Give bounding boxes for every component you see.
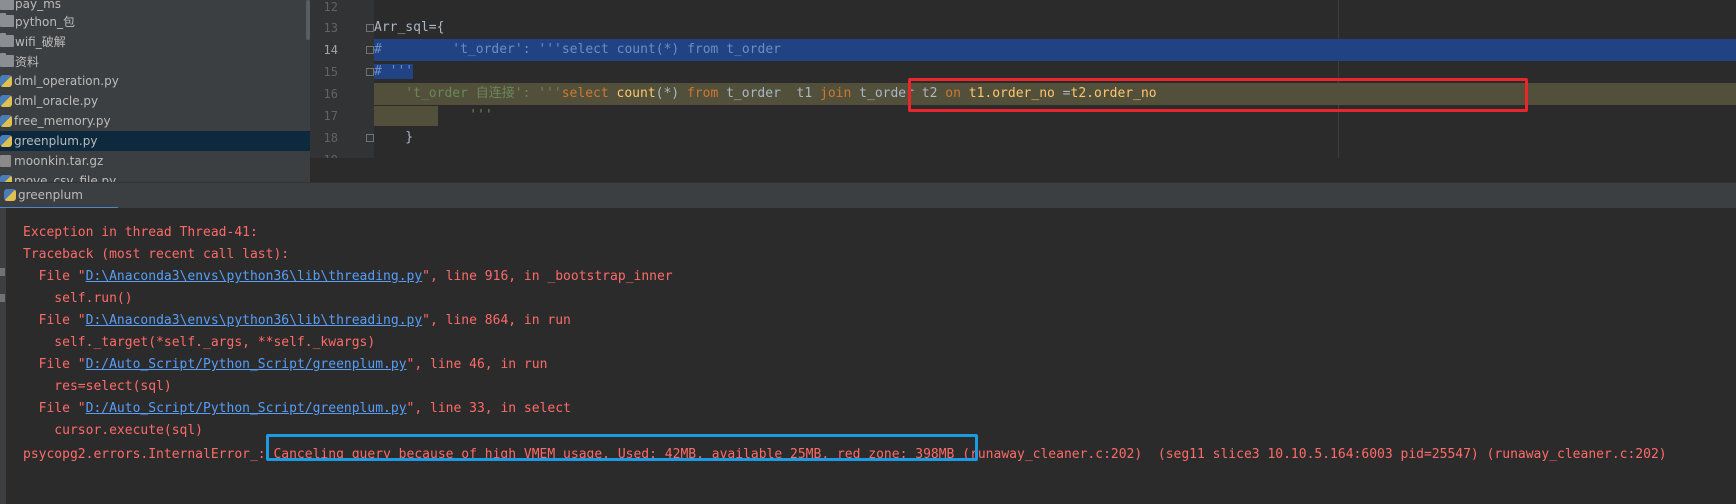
file-link[interactable]: D:\Anaconda3\envs\python36\lib\threading…	[86, 269, 423, 284]
python-file-icon	[0, 135, 12, 147]
console-line: File "D:/Auto_Script/Python_Script/green…	[23, 357, 548, 372]
python-run-icon	[4, 189, 16, 201]
console-line: self._target(*self._args, **self._kwargs…	[23, 335, 376, 350]
error-highlight-box	[266, 434, 978, 461]
console-line: File "D:\Anaconda3\envs\python36\lib\thr…	[23, 269, 673, 284]
file-link[interactable]: D:\Anaconda3\envs\python36\lib\threading…	[86, 313, 423, 328]
tree-item-label: pay_ms	[15, 0, 62, 11]
tree-item-folder[interactable]: 资料	[0, 51, 310, 71]
folder-icon	[0, 33, 14, 47]
tree-item-file[interactable]: free_memory.py	[0, 111, 310, 131]
console-line: cursor.execute(sql)	[23, 423, 204, 438]
code-editor[interactable]: 12 13 14 15 16 17 18 19 Arr_sql={ # 't_o…	[310, 0, 1736, 158]
line-number: 18	[323, 131, 338, 145]
fold-marker-icon[interactable]	[366, 68, 374, 76]
tree-item-folder[interactable]: wifi_破解	[0, 31, 310, 51]
tree-item-label: dml_oracle.py	[14, 94, 99, 108]
line-number: 16	[323, 87, 338, 101]
project-tree: pay_ms python_包 wifi_破解 资料 dml_operation…	[0, 0, 310, 182]
line-number: 13	[323, 21, 338, 35]
run-tab-greenplum[interactable]: greenplum	[0, 183, 118, 209]
code-line-14: # 't_order': '''select count(*) from t_o…	[374, 39, 1736, 61]
code-line-13: Arr_sql={	[374, 20, 445, 35]
folder-icon	[0, 53, 14, 67]
folder-icon	[0, 0, 14, 10]
toolbar-button-icon[interactable]	[0, 294, 5, 302]
line-number: 15	[323, 65, 338, 79]
sql-highlight-box	[908, 78, 1528, 112]
folder-icon	[0, 13, 14, 27]
tree-item-label: greenplum.py	[14, 134, 98, 148]
line-gutter: 12 13 14 15 16 17 18 19	[310, 0, 374, 158]
tree-item-label: move_csv_file.py	[14, 174, 117, 182]
fold-marker-icon[interactable]	[366, 24, 374, 32]
run-tool-window-header: greenplum	[0, 182, 1736, 209]
tree-item-file[interactable]: move_csv_file.py	[0, 171, 310, 182]
tree-item-file[interactable]: dml_operation.py	[0, 71, 310, 91]
code-line-18: }	[374, 130, 414, 145]
tree-item-file[interactable]: moonkin.tar.gz	[0, 151, 310, 171]
python-file-icon	[0, 115, 12, 127]
python-file-icon	[0, 75, 12, 87]
console-line: Exception in thread Thread-41:	[23, 225, 258, 240]
tree-item-file-selected[interactable]: greenplum.py	[0, 131, 310, 151]
tree-item-label: wifi_破解	[15, 34, 66, 49]
tree-item-label: dml_operation.py	[14, 74, 119, 88]
line-number: 12	[323, 0, 338, 14]
console-line: self.run()	[23, 291, 133, 306]
line-number: 19	[310, 149, 338, 158]
archive-file-icon	[0, 155, 11, 167]
file-link[interactable]: D:/Auto_Script/Python_Script/greenplum.p…	[86, 357, 407, 372]
tree-item-file[interactable]: dml_oracle.py	[0, 91, 310, 111]
console-line: Traceback (most recent call last):	[23, 247, 290, 262]
tree-item-label: free_memory.py	[14, 114, 111, 128]
python-file-icon	[0, 95, 12, 107]
tree-item-folder[interactable]: python_包	[0, 11, 310, 31]
console-line: File "D:/Auto_Script/Python_Script/green…	[23, 401, 571, 416]
toolbar-button-icon[interactable]	[0, 268, 5, 276]
tree-item-label: python_包	[15, 14, 75, 29]
file-link[interactable]: D:/Auto_Script/Python_Script/greenplum.p…	[86, 401, 407, 416]
fold-marker-icon[interactable]	[366, 46, 374, 54]
console-line: res=select(sql)	[23, 379, 172, 394]
python-file-icon	[0, 175, 12, 182]
line-number: 17	[323, 109, 338, 123]
tree-item-label: 资料	[15, 54, 40, 69]
line-number-current: 14	[323, 43, 338, 57]
run-tab-label: greenplum	[18, 188, 83, 202]
console-line: File "D:\Anaconda3\envs\python36\lib\thr…	[23, 313, 571, 328]
fold-marker-icon[interactable]	[366, 134, 374, 142]
tree-item-label: moonkin.tar.gz	[14, 154, 104, 168]
